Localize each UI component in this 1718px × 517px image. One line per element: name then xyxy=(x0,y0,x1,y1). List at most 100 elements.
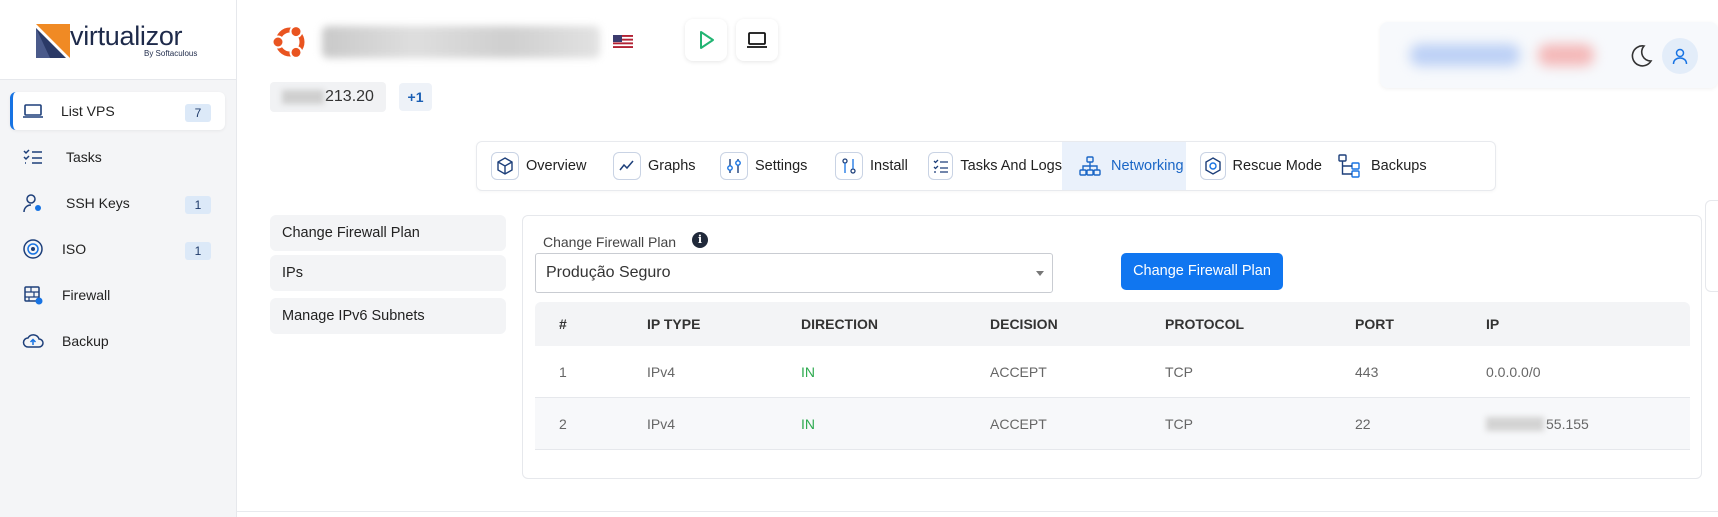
us-flag-icon xyxy=(613,35,633,48)
column-header: DECISION xyxy=(990,316,1058,332)
logo-wordmark: virtualizor xyxy=(70,21,183,51)
moon-icon[interactable] xyxy=(1626,42,1654,70)
sidebar-item-label: SSH Keys xyxy=(66,195,130,211)
column-header: IP xyxy=(1486,316,1500,332)
rescue-icon xyxy=(1200,152,1226,180)
footer-divider xyxy=(237,511,1718,512)
graph-icon xyxy=(613,152,641,180)
tab-overview[interactable]: Overview xyxy=(477,142,599,190)
sliders-icon xyxy=(720,152,748,180)
start-vps-button[interactable] xyxy=(685,19,727,61)
backups-icon xyxy=(1336,152,1364,180)
laptop-icon xyxy=(747,32,767,48)
info-icon[interactable]: i xyxy=(692,232,708,248)
sidebar-item-list-vps[interactable]: List VPS 7 xyxy=(10,92,225,130)
logo[interactable]: virtualizor By Softaculous xyxy=(0,0,236,80)
tab-install[interactable]: Install xyxy=(821,142,914,190)
sidebar-item-label: ISO xyxy=(62,241,87,257)
table-row: 1 IPv4 IN ACCEPT TCP 443 0.0.0.0/0 xyxy=(535,346,1690,398)
account-status xyxy=(1538,44,1594,66)
change-firewall-plan-button[interactable]: Change Firewall Plan xyxy=(1121,253,1283,290)
tab-graphs[interactable]: Graphs xyxy=(599,142,706,190)
firewall-plan-select[interactable]: Produção Seguro xyxy=(535,253,1053,293)
user-menu-button[interactable] xyxy=(1662,38,1698,74)
subnav-manage-ipv6-subnets[interactable]: Manage IPv6 Subnets xyxy=(270,298,506,334)
logo-byline: By Softaculous xyxy=(144,49,198,58)
vnc-console-button[interactable] xyxy=(736,19,778,61)
ssh-key-icon xyxy=(23,194,41,213)
vps-hostname xyxy=(322,26,600,58)
sidebar: virtualizor By Softaculous List VPS 7 Ta… xyxy=(0,0,237,517)
sidebar-item-ssh-keys[interactable]: SSH Keys 1 xyxy=(10,184,225,222)
firewall-plan-value: Produção Seguro xyxy=(546,264,671,281)
tab-label: Install xyxy=(870,158,908,174)
cell-port: 22 xyxy=(1355,415,1371,432)
cloud-upload-icon xyxy=(22,334,44,348)
tab-label: Overview xyxy=(526,158,587,174)
tab-label: Settings xyxy=(755,158,808,174)
virtualizor-logo-icon xyxy=(36,24,70,58)
cell-protocol: TCP xyxy=(1165,363,1193,380)
cell-decision: ACCEPT xyxy=(990,415,1047,432)
sidebar-item-count: 1 xyxy=(185,242,211,260)
side-drawer-handle[interactable] xyxy=(1705,200,1718,292)
cube-icon xyxy=(491,152,519,180)
column-header: IP TYPE xyxy=(647,316,701,332)
cell-ip-text: 55.155 xyxy=(1546,415,1589,432)
cell-index: 1 xyxy=(559,363,567,380)
table-header: # IP TYPE DIRECTION DECISION PROTOCOL PO… xyxy=(535,302,1690,346)
account-info xyxy=(1410,44,1520,66)
tab-settings[interactable]: Settings xyxy=(706,142,821,190)
network-icon xyxy=(1076,152,1104,180)
table-row: 2 IPv4 IN ACCEPT TCP 22 55.155 xyxy=(535,398,1690,450)
tasks-icon xyxy=(23,149,42,164)
sidebar-item-count: 7 xyxy=(185,104,211,122)
ubuntu-icon xyxy=(271,25,305,59)
cell-ip-type: IPv4 xyxy=(647,363,676,380)
sidebar-item-tasks[interactable]: Tasks xyxy=(10,138,225,176)
sidebar-item-count: 1 xyxy=(185,196,211,214)
sidebar-item-label: Tasks xyxy=(66,149,102,165)
sidebar-item-label: Firewall xyxy=(62,287,111,303)
cell-direction: IN xyxy=(801,363,815,380)
tab-label: Networking xyxy=(1111,158,1184,174)
tab-rescue-mode[interactable]: Rescue Mode xyxy=(1186,142,1322,190)
sidebar-item-iso[interactable]: ISO 1 xyxy=(10,230,225,268)
firewall-rules-table: # IP TYPE DIRECTION DECISION PROTOCOL PO… xyxy=(535,302,1690,450)
cell-ip: 55.155 xyxy=(1486,398,1589,449)
user-icon xyxy=(1672,48,1688,65)
sidebar-item-backup[interactable]: Backup xyxy=(10,322,225,360)
checklist-icon xyxy=(928,152,954,180)
disc-icon xyxy=(23,239,43,259)
ip-text: 213.20 xyxy=(325,88,374,105)
chevron-down-icon xyxy=(1036,271,1044,276)
firewall-icon xyxy=(24,286,43,305)
cell-direction: IN xyxy=(801,415,815,432)
sidebar-item-firewall[interactable]: Firewall xyxy=(10,276,225,314)
tab-label: Graphs xyxy=(648,158,696,174)
column-header: PROTOCOL xyxy=(1165,316,1245,332)
sidebar-item-label: Backup xyxy=(62,333,109,349)
laptop-icon xyxy=(23,104,43,118)
subnav-ips[interactable]: IPs xyxy=(270,255,506,291)
cell-protocol: TCP xyxy=(1165,415,1193,432)
tab-label: Tasks And Logs xyxy=(960,158,1062,174)
primary-ip: 213.20 xyxy=(270,82,386,112)
play-icon xyxy=(700,31,714,49)
vps-tabs: Overview Graphs Settings Install Tasks A… xyxy=(476,141,1496,191)
column-header: DIRECTION xyxy=(801,316,878,332)
firewall-panel: Change Firewall Plan i Produção Seguro C… xyxy=(522,215,1702,479)
tab-tasks-and-logs[interactable]: Tasks And Logs xyxy=(914,142,1062,190)
cell-ip-type: IPv4 xyxy=(647,415,676,432)
tab-backups[interactable]: Backups xyxy=(1322,142,1432,190)
column-header: # xyxy=(559,316,567,332)
tab-networking[interactable]: Networking xyxy=(1062,142,1186,190)
firewall-plan-label: Change Firewall Plan xyxy=(543,234,677,250)
tab-label: Backups xyxy=(1371,158,1427,174)
cell-decision: ACCEPT xyxy=(990,363,1047,380)
subnav-change-firewall-plan[interactable]: Change Firewall Plan xyxy=(270,215,506,251)
cell-ip: 0.0.0.0/0 xyxy=(1486,363,1541,380)
header-account-area xyxy=(1380,22,1718,88)
extra-ips-badge[interactable]: +1 xyxy=(399,83,432,111)
tab-label: Rescue Mode xyxy=(1232,158,1322,174)
